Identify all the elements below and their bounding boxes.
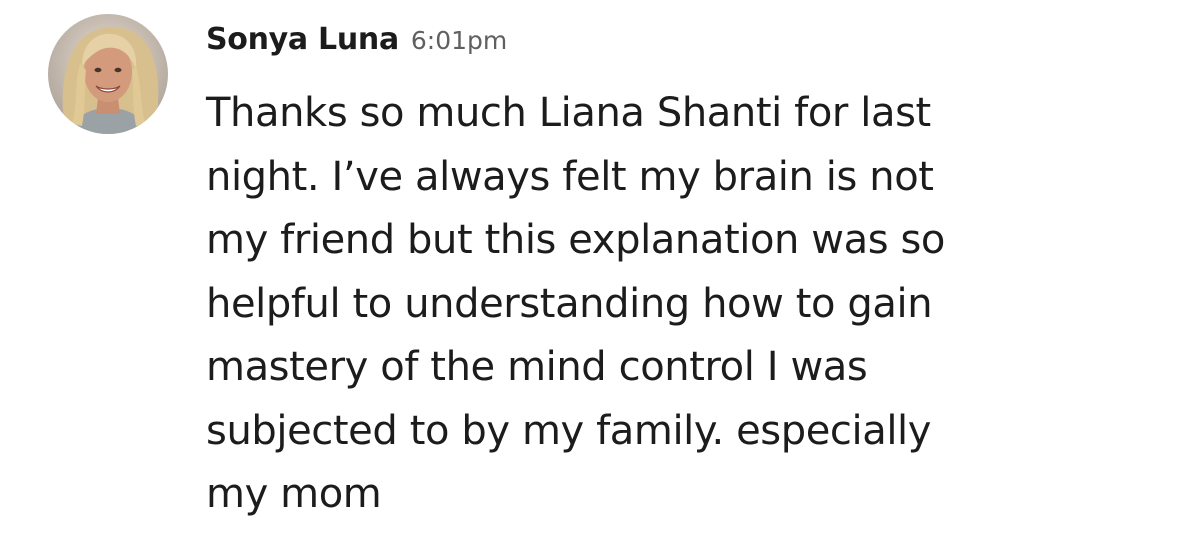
message-text-line: my mom [206, 471, 382, 517]
message-text-line: mastery of the mind control I was [206, 344, 868, 390]
chat-message: Sonya Luna 6:01pm Thanks so much Liana S… [0, 0, 1179, 560]
message-text-line: my friend but this explanation was so [206, 217, 945, 263]
author-name[interactable]: Sonya Luna [206, 22, 399, 57]
message-text-line: Thanks so much Liana Shanti for last [206, 90, 931, 136]
message-text-line: helpful to understanding how to gain [206, 280, 933, 327]
message-text-line: night. I’ve always felt my brain is not [206, 153, 934, 200]
message-body: Thanks so much Liana Shanti for last nig… [206, 82, 1156, 527]
message-text-line: subjected to by my family. especially [206, 407, 932, 454]
avatar-photo-icon [48, 14, 168, 134]
message-header: Sonya Luna 6:01pm [206, 22, 507, 66]
user-avatar[interactable] [48, 14, 168, 134]
message-timestamp[interactable]: 6:01pm [411, 26, 507, 55]
